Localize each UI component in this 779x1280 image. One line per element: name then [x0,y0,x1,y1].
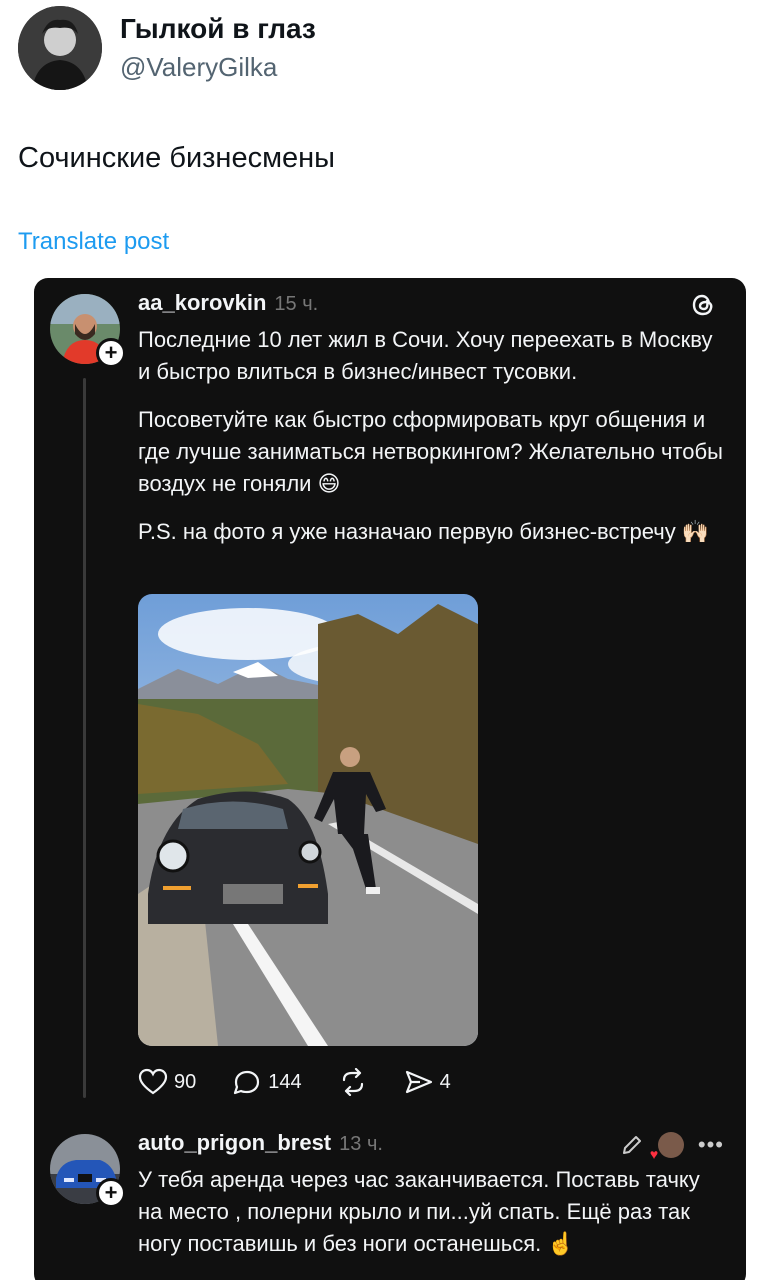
share-button[interactable]: 4 [404,1068,451,1096]
author-handle[interactable]: @ValeryGilka [120,50,316,84]
reply-toolbar: ♥ ••• [620,1132,724,1162]
follow-plus-icon[interactable]: + [96,1178,126,1208]
tweet-text: Сочинские бизнесмены [18,142,336,174]
comment-button[interactable]: 144 [232,1068,302,1096]
send-icon [405,1070,432,1094]
post-username[interactable]: aa_korovkin [138,290,266,316]
comment-icon [234,1070,260,1095]
post-photo[interactable] [138,594,478,1046]
like-button[interactable]: 90 [138,1068,196,1096]
comment-count: 144 [268,1070,302,1093]
reply-text: У тебя аренда через час заканчивается. П… [138,1167,700,1256]
post-time: 15 ч. [274,293,319,315]
translate-post-link[interactable]: Translate post [18,228,169,256]
post-body: Последние 10 лет жил в Сочи. Хочу переех… [138,324,728,564]
reply-body: У тебя аренда через час заканчивается. П… [138,1164,728,1276]
thread-line [83,378,86,1098]
author-name[interactable]: Гылкой в глаз [120,12,316,46]
post-paragraph: Посоветуйте как быстро сформировать круг… [138,407,723,496]
post-header: aa_korovkin 15 ч. [138,290,318,316]
author-avatar[interactable] [18,6,102,90]
post-actions: 90 144 4 [138,1068,451,1096]
liked-by-avatar[interactable]: ♥ [650,1132,684,1162]
follow-plus-icon[interactable]: + [96,338,126,368]
reply-username[interactable]: auto_prigon_brest [138,1130,331,1156]
repost-icon [342,1068,363,1096]
reply-time: 13 ч. [339,1133,383,1155]
threads-logo-icon [692,294,713,316]
repost-button[interactable] [338,1068,368,1096]
embedded-threads-screenshot: + aa_korovkin 15 ч. Последние 10 лет жил… [34,278,746,1280]
reply-header: auto_prigon_brest 13 ч. [138,1130,383,1156]
like-count: 90 [174,1070,197,1093]
post-paragraph: Последние 10 лет жил в Сочи. Хочу переех… [138,327,713,384]
heart-icon: ♥ [649,1146,659,1162]
edit-pencil-icon[interactable] [620,1133,644,1157]
tweet-header: Гылкой в глаз @ValeryGilka [18,6,316,90]
share-count: 4 [439,1070,451,1093]
more-options-icon[interactable]: ••• [698,1132,724,1158]
heart-icon [138,1068,168,1095]
post-paragraph: P.S. на фото я уже назначаю первую бизне… [138,519,710,544]
